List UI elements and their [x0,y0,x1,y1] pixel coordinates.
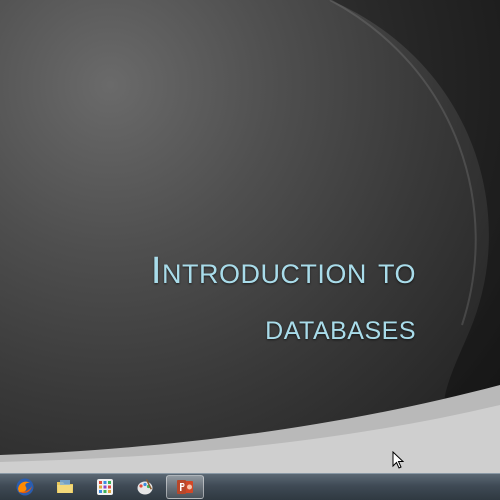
slide-title-line-1: Introduction to [150,250,416,292]
app-grid-icon [97,479,113,495]
taskbar-powerpoint-button[interactable] [166,475,204,499]
taskbar-paint-button[interactable] [126,475,164,499]
screen: Introduction to databases [0,0,500,500]
folder-icon [57,480,73,493]
taskbar-firefox-button[interactable] [6,475,44,499]
firefox-icon [16,478,34,496]
paint-icon [137,479,153,495]
slide-title-line-2: databases [265,306,416,347]
taskbar-apps-button[interactable] [86,475,124,499]
powerpoint-icon [177,480,193,494]
mouse-pointer-icon [392,451,404,469]
taskbar [0,473,500,500]
taskbar-explorer-button[interactable] [46,475,84,499]
slide-background-swoosh [0,0,500,473]
presentation-slide[interactable]: Introduction to databases [0,0,500,473]
